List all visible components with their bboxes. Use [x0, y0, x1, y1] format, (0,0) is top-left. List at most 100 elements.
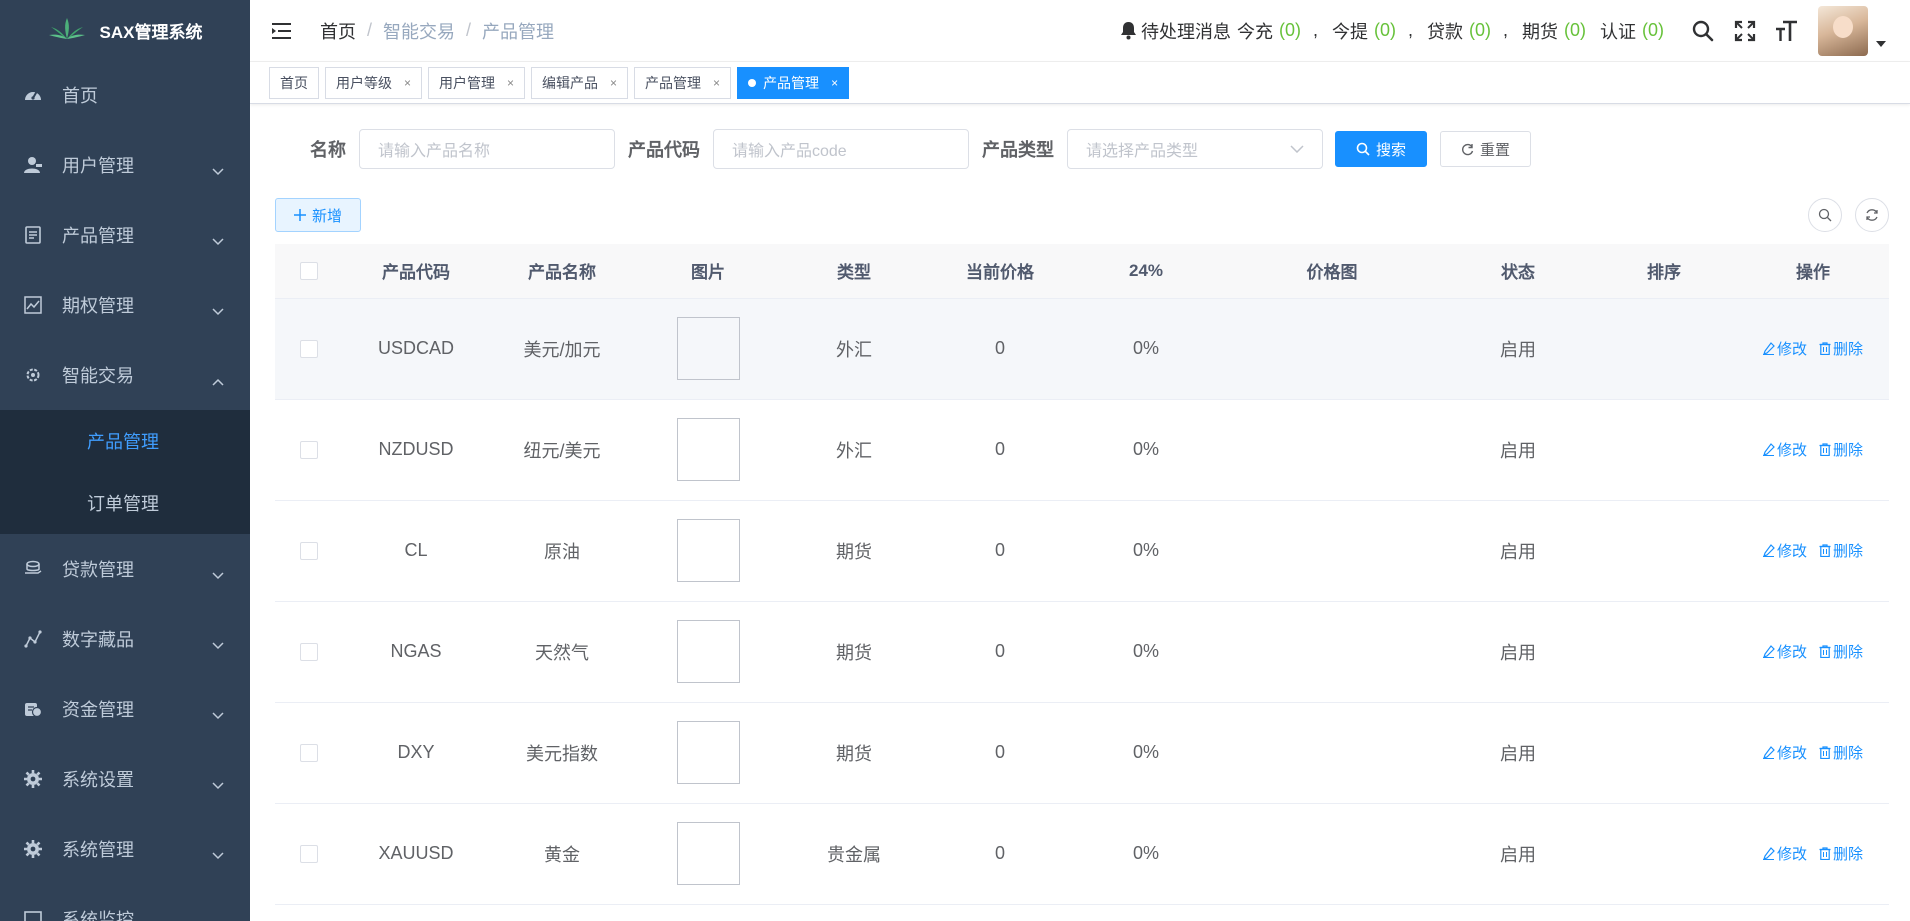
row-checkbox[interactable] — [300, 845, 318, 864]
sidebar-item-label: 数字藏品 — [62, 630, 134, 650]
refresh-icon[interactable] — [1855, 198, 1889, 232]
product-image[interactable] — [676, 620, 740, 683]
plus-icon — [294, 209, 312, 221]
delete-button[interactable]: 删除 — [1819, 843, 1863, 864]
delete-button[interactable]: 删除 — [1819, 439, 1863, 460]
table-toolbar: 新增 — [275, 194, 1889, 236]
name-label: 名称 — [310, 140, 346, 160]
edit-button[interactable]: 修改 — [1762, 439, 1807, 460]
type-label: 产品类型 — [982, 140, 1054, 160]
sidebar-item-system-monitor[interactable]: 系统监控 — [0, 884, 250, 921]
logo[interactable]: SAX管理系统 — [0, 0, 250, 60]
tag-product-management[interactable]: 产品管理 × — [634, 66, 732, 99]
product-image[interactable] — [676, 317, 740, 380]
row-checkbox[interactable] — [300, 340, 318, 359]
cell-sort — [1591, 803, 1737, 905]
delete-button[interactable]: 删除 — [1819, 540, 1863, 561]
avatar[interactable] — [1818, 5, 1868, 56]
table-row[interactable]: DXY 美元指数 期货 0 0% 启用 修改 删除 — [275, 702, 1889, 804]
font-size-icon[interactable] — [1774, 18, 1800, 44]
sidebar-subitem-order-management[interactable]: 订单管理 — [0, 472, 250, 534]
money-icon — [24, 700, 42, 718]
sidebar-item-options[interactable]: 期权管理 — [0, 270, 250, 340]
hamburger-icon[interactable] — [270, 19, 294, 43]
cell-change: 0% — [1073, 803, 1219, 905]
caret-down-icon[interactable] — [1876, 31, 1886, 52]
search-toggle-icon[interactable] — [1808, 198, 1842, 232]
code-input[interactable]: 请输入产品code — [713, 129, 969, 169]
chevron-down-icon — [212, 160, 224, 181]
product-image[interactable] — [676, 519, 740, 582]
table-row[interactable]: XAUUSD 黄金 贵金属 0 0% 启用 修改 删除 — [275, 803, 1889, 905]
product-image[interactable] — [676, 822, 740, 885]
column-header: 状态 — [1445, 244, 1591, 299]
sidebar-item-smart-trading[interactable]: 智能交易 — [0, 340, 250, 410]
table-row[interactable]: NGAS 天然气 期货 0 0% 启用 修改 删除 — [275, 601, 1889, 703]
delete-button[interactable]: 删除 — [1819, 338, 1863, 359]
cell-name: 黄金 — [489, 803, 635, 905]
table-row[interactable]: USDCAD 美元/加元 外汇 0 0% 启用 修改 删除 — [275, 298, 1889, 400]
notice-withdraw-count: (0) — [1373, 20, 1396, 40]
reset-button[interactable]: 重置 — [1440, 131, 1532, 167]
tag-home[interactable]: 首页 — [269, 66, 319, 99]
close-icon[interactable]: × — [831, 76, 838, 90]
close-icon[interactable]: × — [610, 76, 617, 90]
sidebar: SAX管理系统 首页 用户管理 产品管理 期权管理 智能交易 产品管理 订单管理… — [0, 0, 250, 921]
cell-code: XAUUSD — [343, 803, 489, 905]
trash-icon — [1819, 442, 1833, 456]
sidebar-item-product-management[interactable]: 产品管理 — [0, 200, 250, 270]
row-checkbox[interactable] — [300, 441, 318, 460]
search-button-label: 搜索 — [1376, 141, 1407, 159]
row-checkbox[interactable] — [300, 643, 318, 662]
breadcrumb-item-home[interactable]: 首页 — [320, 18, 356, 44]
pending-notice[interactable]: 待处理消息 今充 (0) , 今提 (0) , 贷款 (0) , 期货 (0) … — [1120, 18, 1668, 44]
chevron-up-icon — [212, 370, 224, 391]
edit-button[interactable]: 修改 — [1762, 742, 1807, 763]
sidebar-subitem-product-management[interactable]: 产品管理 — [0, 410, 250, 472]
type-select[interactable]: 请选择产品类型 — [1067, 129, 1323, 169]
trash-icon — [1819, 341, 1833, 355]
edit-button[interactable]: 修改 — [1762, 338, 1807, 359]
fullscreen-icon[interactable] — [1732, 18, 1758, 44]
notice-recharge-label: 今充 — [1236, 21, 1273, 42]
row-actions: 修改 删除 — [1762, 641, 1863, 662]
sidebar-item-user-management[interactable]: 用户管理 — [0, 130, 250, 200]
search-icon[interactable] — [1690, 18, 1716, 44]
edit-button[interactable]: 修改 — [1762, 641, 1807, 662]
row-checkbox[interactable] — [300, 744, 318, 763]
table-row[interactable]: CL 原油 期货 0 0% 启用 修改 删除 — [275, 500, 1889, 602]
row-checkbox[interactable] — [300, 542, 318, 561]
table-header-row: 产品代码 产品名称 图片 类型 当前价格 24% 价格图 状态 排序 操作 — [275, 244, 1889, 299]
product-image[interactable] — [676, 721, 740, 784]
sidebar-item-fund-management[interactable]: 资金管理 — [0, 674, 250, 744]
delete-button[interactable]: 删除 — [1819, 641, 1863, 662]
name-input[interactable]: 请输入产品名称 — [359, 129, 615, 169]
edit-button[interactable]: 修改 — [1762, 540, 1807, 561]
row-select-cell — [275, 500, 343, 602]
close-icon[interactable]: × — [713, 76, 720, 90]
cell-change: 0% — [1073, 500, 1219, 602]
tag-product-management-active[interactable]: 产品管理 × — [737, 66, 850, 99]
close-icon[interactable]: × — [404, 76, 411, 90]
edit-button[interactable]: 修改 — [1762, 843, 1807, 864]
cell-change: 0% — [1073, 298, 1219, 400]
table-row[interactable]: NZDUSD 纽元/美元 外汇 0 0% 启用 修改 删除 — [275, 399, 1889, 501]
tag-edit-product[interactable]: 编辑产品 × — [531, 66, 629, 99]
add-button[interactable]: 新增 — [275, 198, 362, 232]
add-button-label: 新增 — [312, 207, 343, 225]
close-icon[interactable]: × — [507, 76, 514, 90]
sidebar-item-digital-collectibles[interactable]: 数字藏品 — [0, 604, 250, 674]
search-button[interactable]: 搜索 — [1335, 131, 1428, 167]
sidebar-item-system-management[interactable]: 系统管理 — [0, 814, 250, 884]
select-all-checkbox[interactable] — [300, 262, 318, 281]
delete-label: 删除 — [1833, 845, 1864, 863]
sidebar-item-system-settings[interactable]: 系统设置 — [0, 744, 250, 814]
tag-user-management[interactable]: 用户管理 × — [428, 66, 526, 99]
sidebar-item-home[interactable]: 首页 — [0, 60, 250, 130]
tag-user-level[interactable]: 用户等级 × — [325, 66, 423, 99]
bell-icon — [1120, 21, 1137, 40]
delete-button[interactable]: 删除 — [1819, 742, 1863, 763]
sidebar-item-loan-management[interactable]: 贷款管理 — [0, 534, 250, 604]
tag-label: 产品管理 — [763, 74, 820, 91]
product-image[interactable] — [676, 418, 740, 481]
